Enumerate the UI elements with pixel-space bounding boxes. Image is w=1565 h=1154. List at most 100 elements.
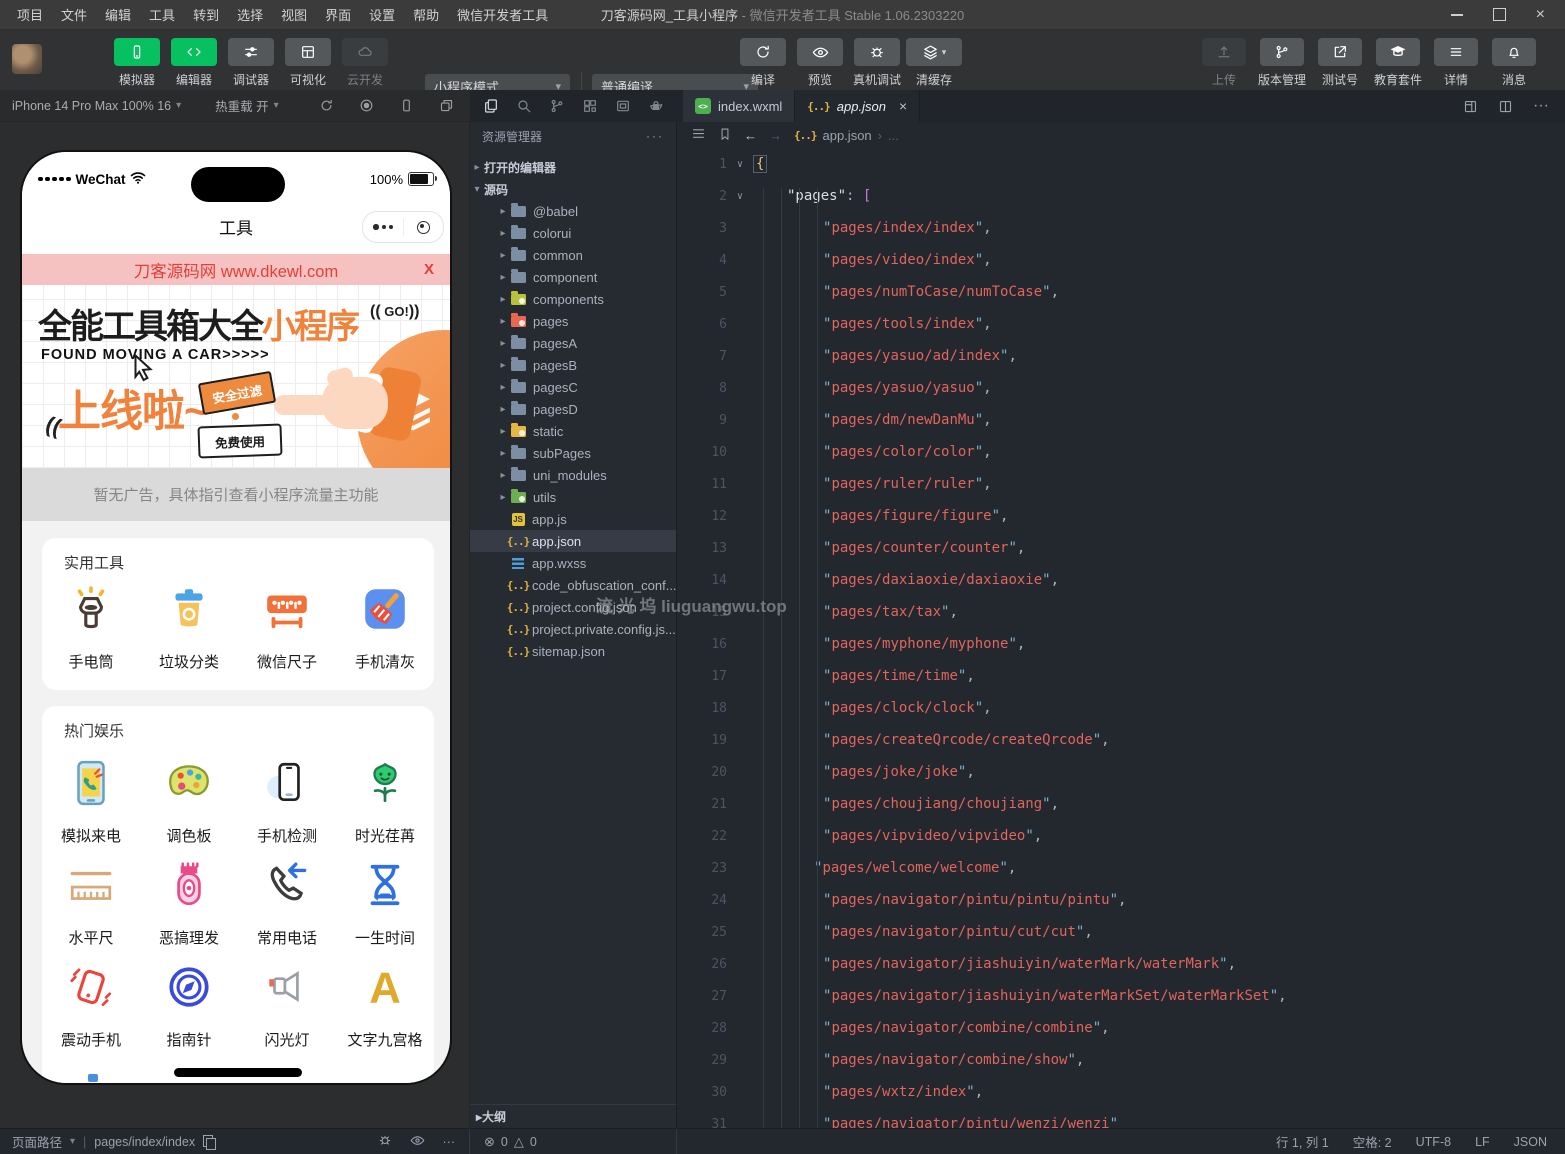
tree-item-project.config.json[interactable]: {..} project.config.json <box>470 596 676 618</box>
tree-item-uni_modules[interactable]: ▸ uni_modules <box>470 464 676 486</box>
tree-item-pages[interactable]: ▸ pages <box>470 310 676 332</box>
debugger-button[interactable]: 调试器 <box>226 38 276 88</box>
record-icon[interactable] <box>359 98 374 113</box>
tool-item-一生时间[interactable]: 一生时间 <box>336 860 434 962</box>
tool-item-闪光灯[interactable]: 闪光灯 <box>238 962 336 1064</box>
tree-item-pagesC[interactable]: ▸ pagesC <box>470 376 676 398</box>
compile-button[interactable]: 编译 <box>738 38 788 88</box>
copy-icon[interactable] <box>203 1135 217 1150</box>
status-item[interactable]: LF <box>1475 1135 1490 1149</box>
minimize-target-icon[interactable] <box>404 220 444 234</box>
tab-close-icon[interactable]: × <box>899 98 907 114</box>
outline-section[interactable]: ▸ 大纲 <box>470 1104 676 1128</box>
editor-button[interactable]: 编辑器 <box>169 38 219 88</box>
menu-item[interactable]: 转到 <box>184 5 228 24</box>
version-manage-button[interactable]: 版本管理 <box>1257 38 1307 88</box>
teapot-icon[interactable] <box>648 98 664 114</box>
split-icon[interactable] <box>1498 99 1513 114</box>
breadcrumb-file[interactable]: {..} app.json › ... <box>794 128 899 143</box>
nav-back-icon[interactable]: ← <box>744 128 757 143</box>
page-path-label[interactable]: 页面路径 <box>12 1132 62 1151</box>
rotate-icon[interactable] <box>319 98 334 113</box>
nav-forward-icon[interactable]: → <box>769 128 782 143</box>
visualization-button[interactable]: 可视化 <box>283 38 333 88</box>
debug-icon[interactable] <box>378 1133 392 1150</box>
minimize-icon[interactable] <box>1450 13 1463 16</box>
status-problems[interactable]: ⊗ 0 △ 0 <box>470 1129 677 1154</box>
tab-app.json[interactable]: {..} app.json × <box>795 90 921 122</box>
preview-icon[interactable] <box>1463 99 1478 114</box>
promo-banner[interactable]: 全能工具箱大全小程序 (( GO!)) FOUND MOVING A CAR>>… <box>22 285 450 468</box>
cloud-dev-button[interactable]: 云开发 <box>340 38 390 88</box>
tree-item-pagesD[interactable]: ▸ pagesD <box>470 398 676 420</box>
tool-item-垃圾分类[interactable]: 垃圾分类 <box>140 584 238 672</box>
details-button[interactable]: 详情 <box>1431 38 1481 88</box>
windows-icon[interactable] <box>439 98 454 113</box>
clear-cache-button[interactable]: ▾ 清缓存 <box>906 38 962 88</box>
menu-item[interactable]: 项目 <box>8 5 52 24</box>
status-item[interactable]: 行 1, 列 1 <box>1276 1132 1329 1151</box>
tool-item-模拟来电[interactable]: 模拟来电 <box>42 758 140 860</box>
files-icon[interactable] <box>483 98 499 114</box>
edu-suite-button[interactable]: 教育套件 <box>1373 38 1423 88</box>
tree-item-components[interactable]: ▸ components <box>470 288 676 310</box>
device-select[interactable]: iPhone 14 Pro Max 100% 16 ▾ <box>0 99 181 113</box>
tool-item-常用电话[interactable]: 常用电话 <box>238 860 336 962</box>
tool-item-水平尺[interactable]: 水平尺 <box>42 860 140 962</box>
menu-item[interactable]: 设置 <box>360 5 404 24</box>
menu-item[interactable]: 工具 <box>140 5 184 24</box>
test-account-button[interactable]: 测试号 <box>1315 38 1365 88</box>
menu-item[interactable]: 界面 <box>316 5 360 24</box>
menu-item[interactable]: 视图 <box>272 5 316 24</box>
tool-item-手机清灰[interactable]: 手机清灰 <box>336 584 434 672</box>
tree-item-app.js[interactable]: JS app.js <box>470 508 676 530</box>
tool-item-调色板[interactable]: 调色板 <box>140 758 238 860</box>
more-icon[interactable]: ··· <box>1533 97 1549 115</box>
explorer-menu-icon[interactable]: ··· <box>646 129 664 143</box>
tool-item-手电筒[interactable]: 手电筒 <box>42 584 140 672</box>
status-item[interactable]: 空格: 2 <box>1353 1132 1392 1151</box>
tree-item-colorui[interactable]: ▸ colorui <box>470 222 676 244</box>
tree-item-@babel[interactable]: ▸ @babel <box>470 200 676 222</box>
tool-item-手机检测[interactable]: 手机检测 <box>238 758 336 860</box>
remote-debug-button[interactable]: 真机调试 <box>852 38 902 88</box>
tool-item-文字九宫格[interactable]: A 文字九宫格 <box>336 962 434 1064</box>
tool-item-震动手机[interactable]: 震动手机 <box>42 962 140 1064</box>
tree-item-pagesA[interactable]: ▸ pagesA <box>470 332 676 354</box>
tool-item-微信尺子[interactable]: 微信尺子 <box>238 584 336 672</box>
preview-button[interactable]: 预览 <box>795 38 845 88</box>
blocks-icon[interactable] <box>582 98 598 114</box>
tree-item-static[interactable]: ▸ static <box>470 420 676 442</box>
tree-item-component[interactable]: ▸ component <box>470 266 676 288</box>
tree-item-common[interactable]: ▸ common <box>470 244 676 266</box>
code-area[interactable]: 1∨{2∨"pages": [3"pages/index/index", 4"pa… <box>677 148 1565 1128</box>
branch-icon[interactable] <box>549 98 565 114</box>
card-icon[interactable] <box>615 98 631 114</box>
tree-item-subPages[interactable]: ▸ subPages <box>470 442 676 464</box>
maximize-icon[interactable] <box>1492 8 1506 21</box>
menu-item[interactable]: 选择 <box>228 5 272 24</box>
simulator-button[interactable]: 模拟器 <box>112 38 162 88</box>
menu-item[interactable]: 微信开发者工具 <box>448 5 557 24</box>
menu-item[interactable]: 文件 <box>52 5 96 24</box>
outline-list-icon[interactable] <box>691 126 706 144</box>
tree-item-app.wxss[interactable]: app.wxss <box>470 552 676 574</box>
menu-item[interactable]: 帮助 <box>404 5 448 24</box>
search-icon[interactable] <box>516 98 532 114</box>
source-section[interactable]: ▾ 源码 <box>470 178 676 200</box>
tree-item-sitemap.json[interactable]: {..} sitemap.json <box>470 640 676 662</box>
tool-item-时光荏苒[interactable]: 时光荏苒 <box>336 758 434 860</box>
tool-item-恶搞理发[interactable]: 恶搞理发 <box>140 860 238 962</box>
avatar[interactable] <box>12 44 42 74</box>
hot-reload-toggle[interactable]: 热重载 开 ▾ <box>215 96 279 115</box>
more-menu-icon[interactable] <box>363 224 403 230</box>
status-item[interactable]: JSON <box>1514 1135 1547 1149</box>
notice-close-button[interactable]: X <box>424 261 434 278</box>
tree-item-project.private.config.js...[interactable]: {..} project.private.config.js... <box>470 618 676 640</box>
tool-item-指南针[interactable]: 指南针 <box>140 962 238 1064</box>
tree-item-code_obfuscation_conf...[interactable]: {..} code_obfuscation_conf... <box>470 574 676 596</box>
device-icon[interactable] <box>399 98 414 113</box>
tree-item-pagesB[interactable]: ▸ pagesB <box>470 354 676 376</box>
tab-index.wxml[interactable]: <> index.wxml <box>683 90 796 122</box>
tree-item-utils[interactable]: ▸ utils <box>470 486 676 508</box>
